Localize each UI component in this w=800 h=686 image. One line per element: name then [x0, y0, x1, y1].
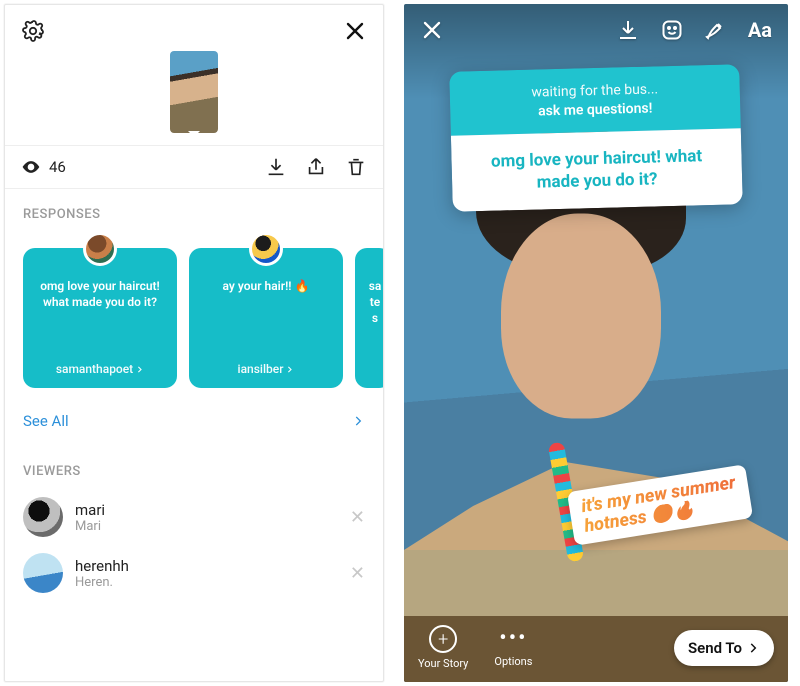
- viewer-displayname: Heren.: [75, 575, 338, 590]
- avatar: [23, 497, 63, 537]
- response-card[interactable]: omg love your haircut! what made you do …: [23, 248, 177, 388]
- story-insights-panel: 46 RESPONSES omg love your haircut! what…: [4, 4, 384, 682]
- viewer-row[interactable]: mari Mari ✕: [5, 489, 383, 545]
- response-username: samanthapoet: [37, 362, 163, 376]
- eye-icon: [21, 157, 41, 177]
- share-icon[interactable]: [305, 156, 327, 178]
- options-label: Options: [494, 655, 532, 668]
- send-to-button[interactable]: Send To: [674, 630, 774, 666]
- text-tool-button[interactable]: Aa: [748, 18, 772, 42]
- story-thumbnail[interactable]: [170, 51, 218, 133]
- avatar: [249, 232, 283, 266]
- see-all-row[interactable]: See All: [5, 396, 383, 446]
- sticker-answer: omg love your haircut! what made you do …: [451, 128, 743, 212]
- response-card[interactable]: ay your hair!! 🔥 iansilber: [189, 248, 343, 388]
- draw-icon[interactable]: [704, 18, 728, 42]
- settings-gear-icon[interactable]: [21, 19, 45, 43]
- view-count: 46: [21, 157, 66, 177]
- avatar: [23, 553, 63, 593]
- view-count-value: 46: [49, 158, 66, 176]
- more-icon: •••: [499, 627, 527, 651]
- add-story-icon: +: [429, 625, 457, 653]
- see-all-label: See All: [23, 412, 69, 430]
- response-username: iansilber: [203, 362, 329, 376]
- viewer-username: mari: [75, 501, 338, 519]
- viewer-username: herenhh: [75, 557, 338, 575]
- sticker-icon[interactable]: [660, 18, 684, 42]
- close-icon[interactable]: [343, 19, 367, 43]
- response-text: omg love your haircut! what made you do …: [37, 278, 163, 310]
- remove-viewer-icon[interactable]: ✕: [350, 563, 365, 584]
- avatar: [83, 232, 117, 266]
- question-sticker[interactable]: waiting for the bus... ask me questions!…: [449, 64, 743, 212]
- story-editor-panel: Aa waiting for the bus... ask me questio…: [404, 4, 788, 682]
- viewers-heading: VIEWERS: [5, 446, 383, 489]
- options-button[interactable]: ••• Options: [494, 627, 532, 668]
- viewer-row[interactable]: herenhh Heren. ✕: [5, 545, 383, 601]
- remove-viewer-icon[interactable]: ✕: [350, 507, 365, 528]
- responses-heading: RESPONSES: [5, 189, 383, 232]
- response-card[interactable]: sa te s: [355, 248, 383, 388]
- your-story-label: Your Story: [418, 657, 468, 670]
- response-text: ay your hair!! 🔥: [203, 278, 329, 294]
- download-icon[interactable]: [616, 18, 640, 42]
- chevron-right-icon: [351, 414, 365, 428]
- download-icon[interactable]: [265, 156, 287, 178]
- send-to-label: Send To: [688, 639, 742, 657]
- close-icon[interactable]: [420, 18, 444, 42]
- viewer-displayname: Mari: [75, 519, 338, 534]
- your-story-button[interactable]: + Your Story: [418, 625, 468, 670]
- response-cards[interactable]: omg love your haircut! what made you do …: [5, 232, 383, 396]
- response-text: sa te s: [361, 278, 383, 327]
- trash-icon[interactable]: [345, 156, 367, 178]
